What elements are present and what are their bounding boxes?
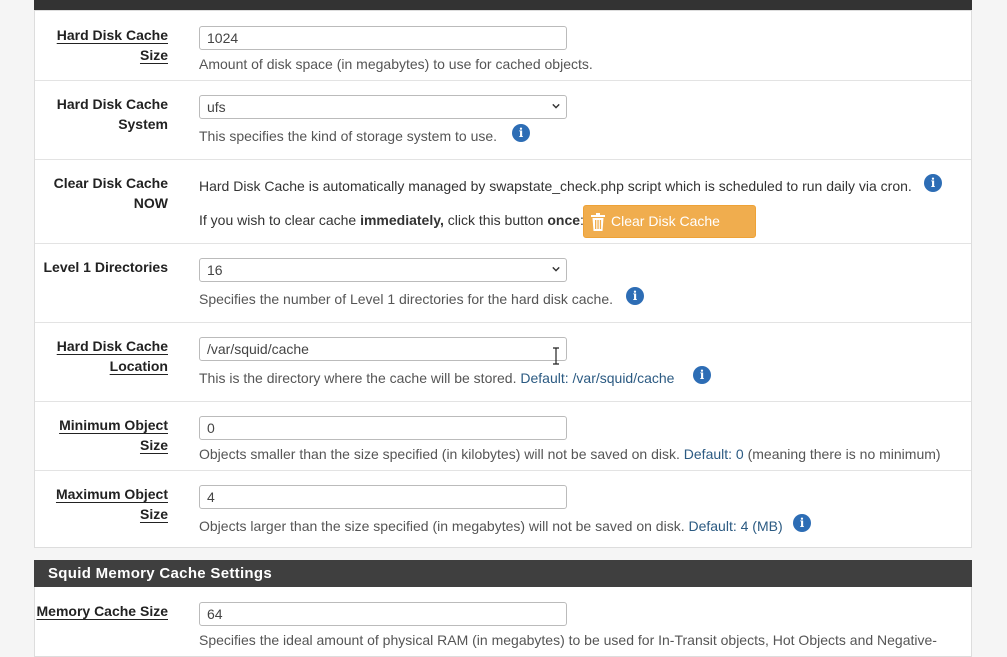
hd-cache-size-label: Hard Disk Cache Size (57, 25, 168, 65)
input-value: 64 (207, 606, 223, 622)
label-line: Hard Disk Cache (56, 338, 168, 354)
hd-cache-size-input[interactable]: 1024 (199, 26, 567, 50)
clear-cache-label: Clear Disk Cache NOW (54, 173, 168, 213)
memory-cache-size-label: Memory Cache Size (36, 603, 169, 619)
hd-cache-system-select[interactable]: ufs (199, 95, 567, 119)
row-level1-dirs: Level 1 Directories 16 Specifies the num… (35, 244, 971, 323)
level1-dirs-label: Level 1 Directories (43, 259, 168, 275)
default-value: Default: 0 (683, 446, 744, 462)
row-hd-cache-size: Hard Disk Cache Size 1024 Amount of disk… (35, 11, 971, 81)
info-circle-icon[interactable]: i (693, 366, 711, 384)
label-line: System (118, 116, 168, 132)
min-object-size-label: Minimum Object Size (59, 415, 168, 455)
info-circle-icon[interactable]: i (626, 287, 644, 305)
instruction-bold: immediately, (360, 212, 444, 228)
label-line: Minimum Object (59, 417, 168, 433)
help-text: Objects larger than the size specified (… (199, 518, 685, 534)
clear-cache-instruction: If you wish to clear cache immediately, … (199, 211, 584, 229)
help-text: Objects smaller than the size specified … (199, 446, 680, 462)
label-line: Size (139, 437, 168, 453)
select-value: ufs (207, 99, 226, 115)
row-max-object-size: Maximum Object Size 4 Objects larger tha… (35, 471, 971, 549)
row-hd-cache-location: Hard Disk Cache Location /var/squid/cach… (35, 323, 971, 402)
max-object-size-help: Objects larger than the size specified (… (199, 517, 783, 535)
label-line: Size (139, 47, 168, 63)
memory-cache-panel: Memory Cache Size 64 Specifies the ideal… (34, 587, 972, 657)
chevron-down-icon (552, 266, 560, 272)
level1-dirs-select[interactable]: 16 (199, 258, 567, 282)
hd-cache-location-help: This is the directory where the cache wi… (199, 369, 674, 387)
info-circle-icon[interactable]: i (924, 174, 942, 192)
level1-dirs-help: Specifies the number of Level 1 director… (199, 291, 613, 307)
hd-cache-location-label: Hard Disk Cache Location (57, 336, 168, 376)
trash-icon (591, 213, 605, 231)
info-circle-icon[interactable]: i (512, 124, 530, 142)
clear-cache-description: Hard Disk Cache is automatically managed… (199, 178, 912, 194)
label-line: Clear Disk Cache (53, 175, 168, 191)
select-value: 16 (207, 262, 223, 278)
row-min-object-size: Minimum Object Size 0 Objects smaller th… (35, 402, 971, 471)
memory-cache-size-input[interactable]: 64 (199, 602, 567, 626)
panel-top-bar (34, 0, 972, 10)
row-memory-cache-size: Memory Cache Size 64 Specifies the ideal… (35, 587, 971, 657)
help-text: This is the directory where the cache wi… (199, 370, 517, 386)
max-object-size-input[interactable]: 4 (199, 485, 567, 509)
label-line: Hard Disk Cache (56, 96, 168, 112)
hd-cache-size-help: Amount of disk space (in megabytes) to u… (199, 56, 593, 72)
input-value: 4 (207, 489, 215, 505)
label-line: Size (139, 506, 168, 522)
instruction-text: click this button (443, 212, 548, 228)
chevron-down-icon (552, 103, 560, 109)
label-line: Location (109, 358, 168, 374)
label-line: NOW (133, 195, 168, 211)
help-text: (meaning there is no minimum) (747, 446, 941, 462)
default-value: Default: 4 (MB) (688, 518, 783, 534)
info-circle-icon[interactable]: i (793, 514, 811, 532)
row-clear-cache: Clear Disk Cache NOW Hard Disk Cache is … (35, 160, 971, 260)
max-object-size-label: Maximum Object Size (56, 484, 168, 524)
label-line: Hard Disk Cache (56, 27, 168, 43)
hd-cache-location-input[interactable]: /var/squid/cache (199, 337, 567, 361)
instruction-bold: once (547, 212, 581, 228)
clear-disk-cache-now-button[interactable]: Clear Disk Cache NOW (583, 205, 756, 260)
label-line: Maximum Object (55, 486, 168, 502)
hd-cache-system-help: This specifies the kind of storage syste… (199, 128, 498, 144)
disk-cache-panel: Hard Disk Cache Size 1024 Amount of disk… (34, 10, 972, 548)
text-cursor-icon (553, 347, 559, 365)
min-object-size-help: Objects smaller than the size specified … (199, 445, 941, 463)
default-value: Default: /var/squid/cache (520, 370, 675, 386)
input-value: 1024 (207, 30, 239, 46)
memory-cache-size-help: Specifies the ideal amount of physical R… (199, 632, 937, 648)
hd-cache-system-label: Hard Disk Cache System (57, 94, 168, 134)
min-object-size-input[interactable]: 0 (199, 416, 567, 440)
memory-cache-section-header: Squid Memory Cache Settings (34, 560, 972, 587)
input-value: /var/squid/cache (207, 341, 309, 357)
row-hd-cache-system: Hard Disk Cache System ufs This specifie… (35, 81, 971, 160)
input-value: 0 (207, 420, 215, 436)
instruction-text: If you wish to clear cache (199, 212, 361, 228)
